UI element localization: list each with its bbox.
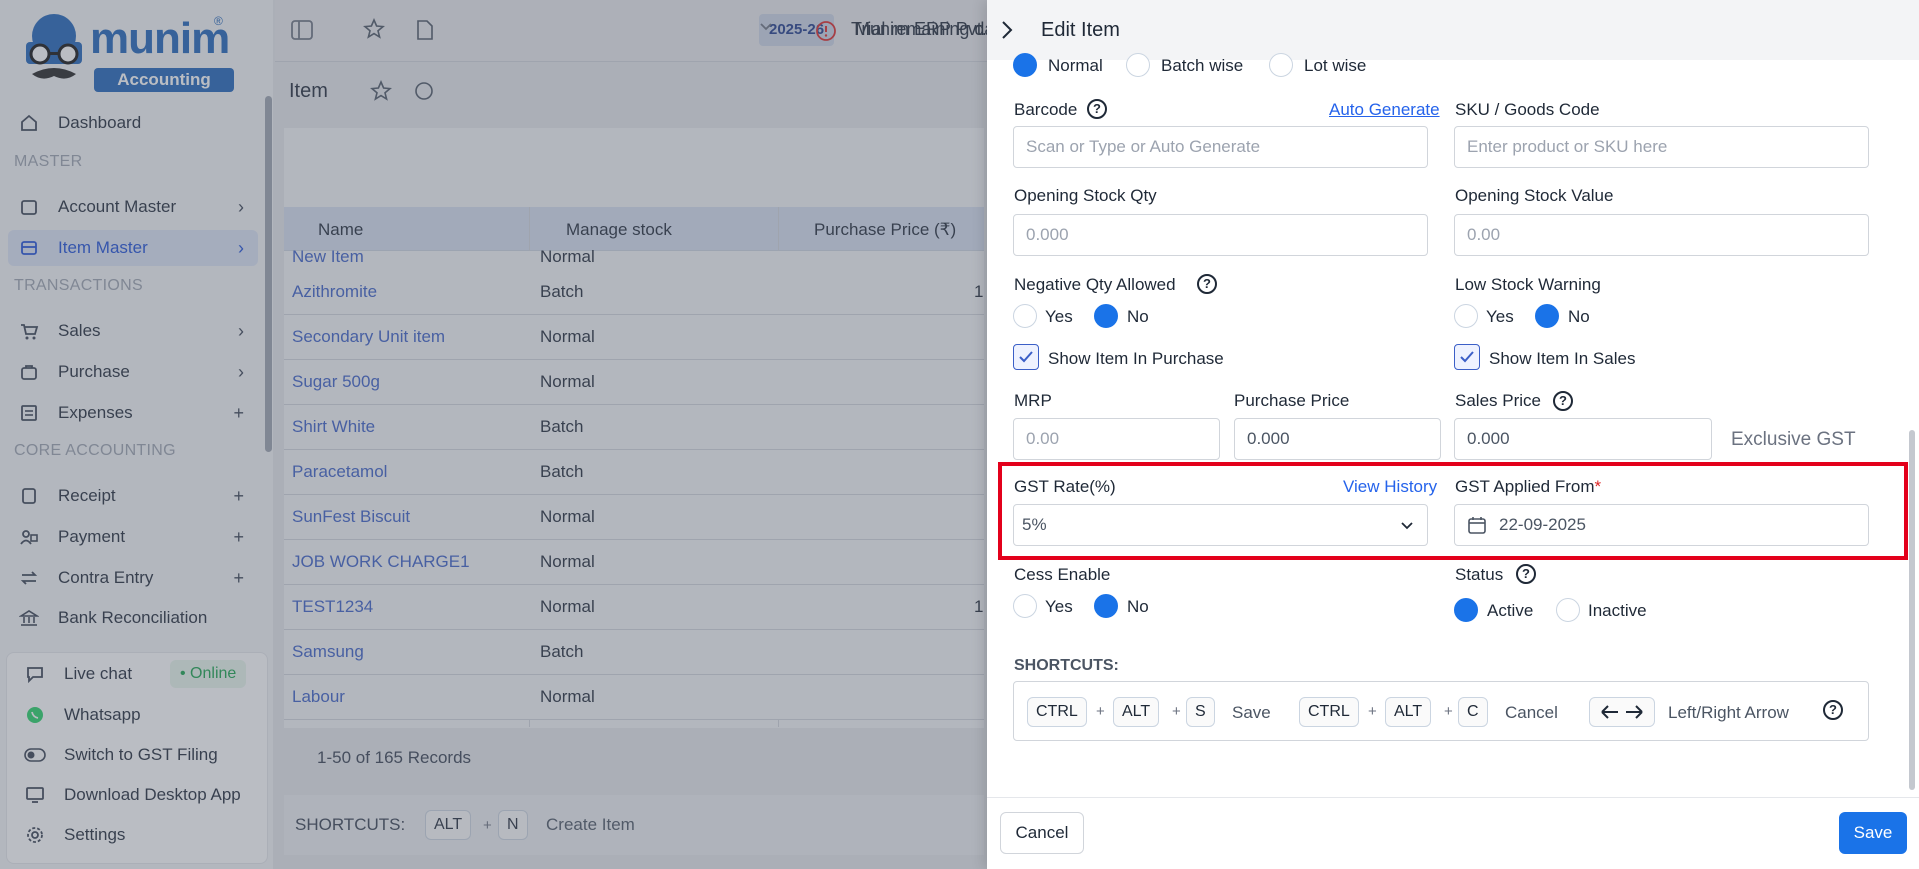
- save-shortcut-label: Save: [1232, 703, 1271, 722]
- radio-negative-yes[interactable]: [1013, 304, 1037, 328]
- radio-label: Yes: [1045, 307, 1073, 326]
- help-icon[interactable]: ?: [1087, 99, 1107, 119]
- radio-cess-no[interactable]: [1094, 594, 1118, 618]
- exclusive-gst-toggle[interactable]: Exclusive GST: [1731, 429, 1856, 451]
- opening-qty-label: Opening Stock Qty: [1014, 186, 1157, 205]
- gst-applied-from-value: 22-09-2025: [1499, 515, 1586, 534]
- gst-applied-from-label: GST Applied From*: [1455, 477, 1602, 496]
- save-button[interactable]: Save: [1839, 812, 1907, 854]
- opening-value-label: Opening Stock Value: [1455, 186, 1614, 205]
- radio-label: No: [1568, 307, 1590, 326]
- view-history-link[interactable]: View History: [1343, 477, 1437, 497]
- cancel-shortcut-label: Cancel: [1505, 703, 1558, 722]
- check-icon: [1019, 351, 1033, 363]
- sales-price-input[interactable]: 0.000: [1454, 418, 1712, 460]
- key-s: S: [1186, 697, 1215, 727]
- left-right-arrow-icon: [1601, 705, 1643, 719]
- drawer-footer: [987, 797, 1919, 869]
- radio-stock-batch[interactable]: [1126, 53, 1150, 77]
- show-in-sales-checkbox[interactable]: [1454, 344, 1480, 370]
- radio-label: Lot wise: [1304, 56, 1367, 75]
- help-icon[interactable]: ?: [1516, 564, 1536, 584]
- plus-sign: +: [1444, 703, 1453, 720]
- key-ctrl: CTRL: [1299, 697, 1359, 727]
- radio-label: Yes: [1486, 307, 1514, 326]
- negative-qty-label: Negative Qty Allowed: [1014, 275, 1176, 294]
- mrp-input[interactable]: 0.00: [1013, 418, 1220, 460]
- key-c: C: [1458, 697, 1488, 727]
- help-icon[interactable]: ?: [1823, 700, 1843, 720]
- plus-sign: +: [1172, 703, 1181, 720]
- plus-sign: +: [1096, 703, 1105, 720]
- help-icon[interactable]: ?: [1553, 391, 1573, 411]
- radio-label: No: [1127, 307, 1149, 326]
- collapse-chevron-icon[interactable]: [999, 19, 1015, 46]
- radio-label: Inactive: [1588, 601, 1647, 620]
- barcode-label: Barcode: [1014, 100, 1078, 119]
- mrp-label: MRP: [1014, 391, 1052, 410]
- help-icon[interactable]: ?: [1197, 274, 1217, 294]
- radio-label: Batch wise: [1161, 56, 1244, 75]
- calendar-icon: [1467, 515, 1487, 540]
- auto-generate-link[interactable]: Auto Generate: [1329, 100, 1440, 120]
- chevron-down-icon: [1399, 517, 1415, 538]
- check-icon: [1460, 351, 1474, 363]
- arrow-keys: [1589, 697, 1655, 727]
- gst-rate-label: GST Rate(%): [1014, 477, 1116, 496]
- key-alt: ALT: [1113, 697, 1160, 727]
- cancel-button[interactable]: Cancel: [1000, 812, 1084, 854]
- gst-rate-value: 5%: [1022, 515, 1047, 534]
- radio-negative-no[interactable]: [1094, 304, 1118, 328]
- radio-label: Normal: [1048, 56, 1103, 75]
- radio-status-inactive[interactable]: [1556, 598, 1580, 622]
- drawer-scrollbar[interactable]: [1909, 430, 1915, 790]
- radio-label: No: [1127, 597, 1149, 616]
- opening-value-input[interactable]: 0.00: [1454, 214, 1869, 256]
- sales-price-label: Sales Price: [1455, 391, 1541, 410]
- radio-label: Yes: [1045, 597, 1073, 616]
- radio-cess-yes[interactable]: [1013, 594, 1037, 618]
- purchase-price-input[interactable]: 0.000: [1234, 418, 1441, 460]
- sku-label: SKU / Goods Code: [1455, 100, 1600, 119]
- radio-low-stock-no[interactable]: [1535, 304, 1559, 328]
- key-ctrl: CTRL: [1027, 697, 1087, 727]
- radio-status-active[interactable]: [1454, 598, 1478, 622]
- status-label: Status: [1455, 565, 1504, 584]
- modal-backdrop[interactable]: [0, 0, 987, 869]
- gst-rate-select[interactable]: 5%: [1013, 504, 1428, 546]
- radio-low-stock-yes[interactable]: [1454, 304, 1478, 328]
- arrow-shortcut-label: Left/Right Arrow: [1668, 703, 1789, 722]
- cess-enable-label: Cess Enable: [1014, 565, 1111, 584]
- required-asterisk: *: [1594, 477, 1602, 496]
- edit-item-drawer: Edit Item Normal Batch wise Lot wise Bar…: [987, 0, 1919, 869]
- plus-sign: +: [1368, 703, 1377, 720]
- barcode-input[interactable]: Scan or Type or Auto Generate: [1013, 126, 1428, 168]
- radio-stock-normal[interactable]: [1013, 53, 1037, 77]
- low-stock-label: Low Stock Warning: [1455, 275, 1601, 294]
- radio-stock-lot[interactable]: [1269, 53, 1293, 77]
- show-in-purchase-label: Show Item In Purchase: [1048, 349, 1224, 368]
- drawer-title: Edit Item: [1041, 19, 1120, 41]
- radio-label: Active: [1487, 601, 1534, 620]
- drawer-header: [987, 0, 1919, 60]
- gst-applied-from-input[interactable]: 22-09-2025: [1454, 504, 1869, 546]
- key-alt: ALT: [1385, 697, 1432, 727]
- show-in-purchase-checkbox[interactable]: [1013, 344, 1039, 370]
- sku-input[interactable]: Enter product or SKU here: [1454, 126, 1869, 168]
- show-in-sales-label: Show Item In Sales: [1489, 349, 1636, 368]
- opening-qty-input[interactable]: 0.000: [1013, 214, 1428, 256]
- purchase-price-label: Purchase Price: [1234, 391, 1350, 410]
- shortcuts-label: SHORTCUTS:: [1014, 657, 1119, 674]
